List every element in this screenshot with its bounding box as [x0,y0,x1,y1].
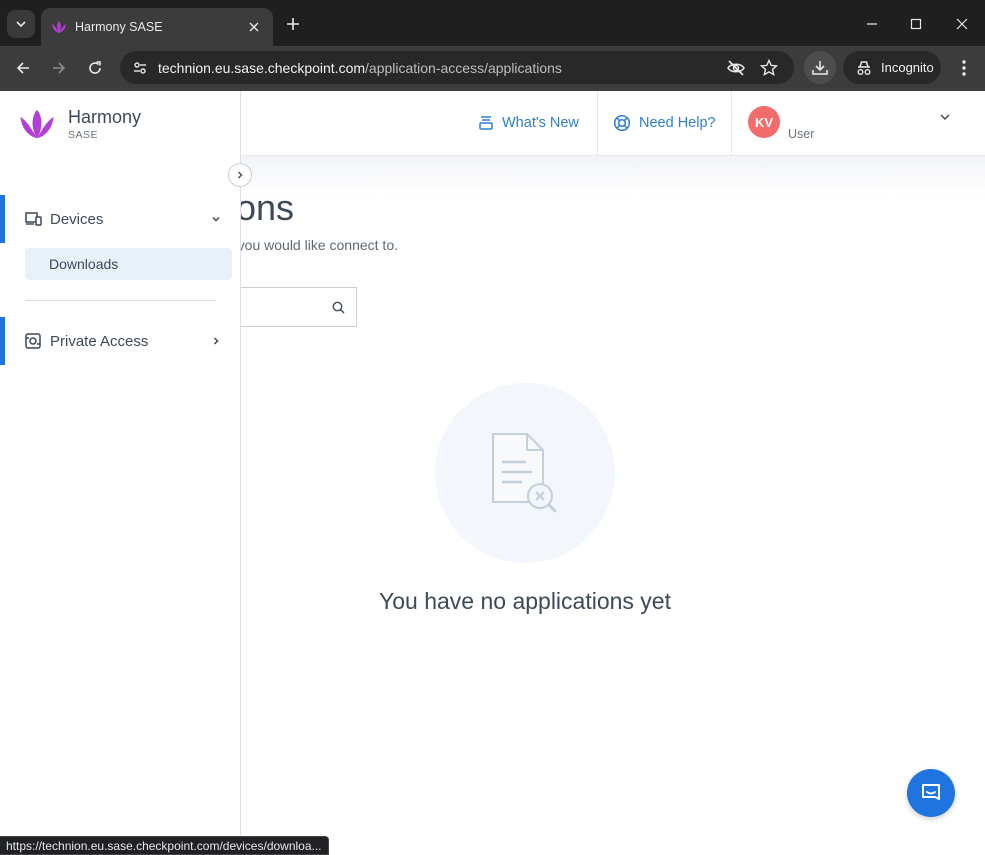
brand-product: SASE [68,129,99,141]
whats-new-label: What's New [502,115,579,131]
eye-off-icon[interactable] [725,57,747,79]
maximize-icon[interactable] [904,12,928,36]
incognito-indicator[interactable]: Incognito [843,51,941,84]
sidebar-divider [25,300,216,301]
empty-state-illustration [435,383,615,563]
top-header: What's New Need Help? KV User [240,91,985,156]
search-icon[interactable] [330,299,346,315]
chat-icon [919,781,943,805]
harmony-logo-icon [51,20,67,34]
private-access-icon [24,332,42,350]
whats-new-button[interactable]: What's New [478,91,579,155]
chevron-down-icon [16,21,26,28]
document-search-icon [485,428,565,518]
devices-icon [24,210,42,228]
incognito-icon [855,60,873,76]
incognito-label: Incognito [881,60,934,75]
url-text: technion.eu.sase.checkpoint.com/applicat… [158,60,562,76]
chevron-right-icon [210,335,222,347]
sidebar-item-label: Devices [50,210,104,228]
close-tab-icon[interactable] [245,18,263,36]
sidebar-item-private-access[interactable]: Private Access [0,317,240,365]
forward-icon[interactable] [45,54,73,82]
whats-new-icon [478,115,494,131]
download-icon[interactable] [804,51,836,84]
user-menu-chevron-icon[interactable] [937,109,953,125]
tab-title: Harmony SASE [75,20,163,34]
brand-name: Harmony [68,107,142,127]
new-tab-icon[interactable] [282,13,304,35]
user-label: User [788,127,815,141]
sidebar: Harmony SASE Devices Downloads Private A… [0,91,241,855]
page-subtitle: n you would like connect to. [226,237,398,253]
url-path: /application-access/applications [365,60,562,76]
avatar[interactable]: KV [748,106,780,138]
bookmark-star-icon[interactable] [758,57,780,79]
sidebar-item-label: Private Access [50,332,149,350]
back-icon[interactable] [9,54,37,82]
empty-state-message: You have no applications yet [379,588,671,614]
need-help-label: Need Help? [639,115,716,131]
active-indicator [0,195,5,243]
lifebuoy-icon [613,114,631,132]
browser-toolbar: technion.eu.sase.checkpoint.com/applicat… [0,46,985,91]
chevron-down-icon [210,213,222,225]
url-host: technion.eu.sase.checkpoint.com [158,60,366,76]
header-divider [597,91,598,155]
collapse-sidebar-button[interactable] [228,163,252,187]
browser-tab-bar: Harmony SASE [0,0,985,46]
need-help-button[interactable]: Need Help? [613,91,716,155]
harmony-logo-icon [18,107,56,141]
page: What's New Need Help? KV User ions n you… [0,91,985,855]
sidebar-subitem-downloads[interactable]: Downloads [25,248,232,280]
chevron-right-icon [235,170,245,180]
browser-menu-icon[interactable] [952,55,976,81]
sidebar-item-devices[interactable]: Devices [0,195,240,243]
address-bar[interactable]: technion.eu.sase.checkpoint.com/applicat… [120,51,794,84]
browser-tab[interactable]: Harmony SASE [41,8,273,46]
tab-search-button[interactable] [7,10,35,38]
brand-logo[interactable]: Harmony SASE [18,107,141,141]
section-indicator [0,317,5,365]
site-info-icon[interactable] [128,56,152,80]
minimize-icon[interactable] [860,12,884,36]
header-divider [731,91,732,155]
header-shadow [240,156,985,196]
link-status-bar: https://technion.eu.sase.checkpoint.com/… [0,836,329,855]
chat-support-button[interactable] [907,769,955,817]
close-window-icon[interactable] [950,12,974,36]
reload-icon[interactable] [81,54,109,82]
